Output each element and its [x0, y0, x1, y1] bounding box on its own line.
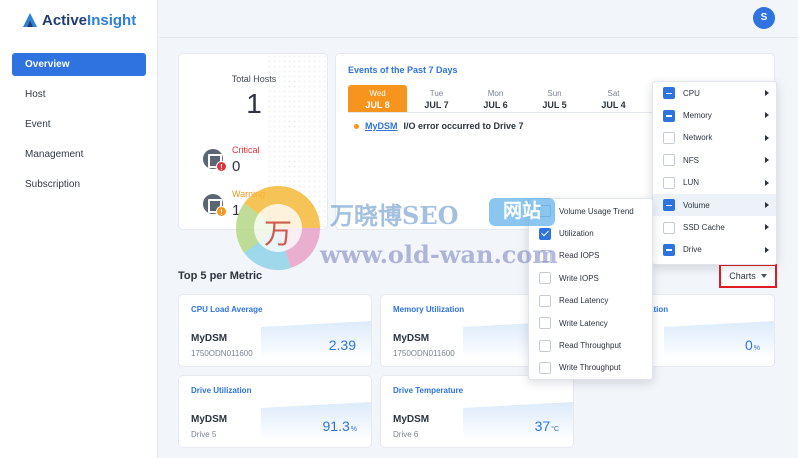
- metric-value: 37°C: [534, 418, 559, 434]
- metric-value: 0%: [744, 337, 760, 353]
- sidebar-item-event[interactable]: Event: [12, 113, 146, 136]
- checkbox-checked-icon[interactable]: [539, 227, 551, 240]
- logo-icon: [23, 13, 37, 27]
- checkbox-icon[interactable]: [539, 272, 551, 285]
- critical-count[interactable]: 0: [232, 158, 240, 175]
- day-tab[interactable]: Sat JUL 4: [584, 85, 643, 112]
- metric-title: Drive Temperature: [393, 386, 464, 395]
- checkbox-icon[interactable]: [663, 154, 675, 167]
- sidebar-item-host[interactable]: Host: [12, 83, 146, 106]
- checkbox-icon[interactable]: [539, 361, 551, 374]
- metric-title: Drive Utilization: [191, 386, 252, 395]
- app-name: ActiveInsight: [42, 11, 137, 29]
- menu-item-drive[interactable]: Drive: [653, 239, 776, 261]
- metric-value: 91.3%: [322, 418, 357, 434]
- metric-value: 2.39: [328, 337, 356, 353]
- metric-sub: Drive 6: [393, 430, 419, 439]
- day-tab[interactable]: Tue JUL 7: [407, 85, 466, 112]
- chevron-right-icon: [765, 246, 769, 253]
- warning-badge-icon: !: [216, 206, 227, 217]
- warning-dot-icon: [354, 123, 359, 129]
- charts-dropdown-button[interactable]: Charts: [719, 264, 777, 288]
- app-logo[interactable]: ActiveInsight: [22, 10, 136, 30]
- watermark-url: www.old-wan.com: [320, 240, 558, 269]
- day-tab[interactable]: Wed JUL 8: [348, 85, 407, 112]
- submenu-item-read-throughput[interactable]: Read Throughput: [529, 334, 652, 356]
- checkbox-icon[interactable]: [663, 131, 675, 144]
- menu-item-volume[interactable]: Volume: [653, 193, 776, 217]
- submenu-item-write-iops[interactable]: Write IOPS: [529, 267, 652, 289]
- chevron-right-icon: [765, 201, 769, 208]
- sidebar-item-subscription[interactable]: Subscription: [12, 173, 146, 196]
- server-critical-icon: !: [203, 149, 227, 172]
- watermark-logo: 万: [236, 186, 320, 270]
- chevron-right-icon: [765, 224, 769, 231]
- day-tab[interactable]: Sun JUL 5: [525, 85, 584, 112]
- submenu-item-read-latency[interactable]: Read Latency: [529, 290, 652, 312]
- event-item: MyDSM I/O error occurred to Drive 7: [354, 121, 524, 131]
- critical-badge-icon: !: [216, 161, 227, 172]
- sidebar: ActiveInsight Overview Host Event Manage…: [0, 0, 158, 458]
- metric-host: MyDSM: [393, 414, 430, 425]
- metric-host: MyDSM: [191, 333, 228, 344]
- metric-host: MyDSM: [191, 414, 228, 425]
- chevron-right-icon: [765, 134, 769, 141]
- checkbox-icon[interactable]: [663, 176, 675, 189]
- checkbox-icon[interactable]: [539, 294, 551, 307]
- metric-sub: 1750ODN011600: [393, 349, 455, 358]
- events-title: Events of the Past 7 Days: [348, 65, 458, 75]
- event-message: I/O error occurred to Drive 7: [403, 121, 524, 131]
- sidebar-nav: Overview Host Event Management Subscript…: [12, 53, 146, 203]
- charts-menu: CPU Memory Network NFS LUN Volume SSD Ca…: [652, 81, 777, 265]
- menu-item-network[interactable]: Network: [653, 127, 776, 149]
- metric-card-drive-temperature[interactable]: Drive Temperature MyDSM Drive 6 37°C: [380, 375, 574, 448]
- submenu-item-write-latency[interactable]: Write Latency: [529, 312, 652, 334]
- server-warning-icon: !: [203, 194, 227, 217]
- metric-card-drive-utilization[interactable]: Drive Utilization MyDSM Drive 5 91.3%: [178, 375, 372, 448]
- menu-item-ssd-cache[interactable]: SSD Cache: [653, 216, 776, 238]
- checkbox-partial-icon[interactable]: [663, 87, 675, 100]
- chevron-right-icon: [765, 179, 769, 186]
- checkbox-icon[interactable]: [663, 221, 675, 234]
- checkbox-partial-icon[interactable]: [663, 243, 675, 256]
- metric-title: Memory Utilization: [393, 305, 465, 314]
- critical-label: Critical: [232, 145, 260, 155]
- header-divider: [159, 37, 798, 38]
- metric-card-cpu[interactable]: CPU Load Average MyDSM 1750ODN011600 2.3…: [178, 294, 372, 367]
- total-hosts-value[interactable]: 1: [179, 88, 327, 120]
- chevron-right-icon: [765, 157, 769, 164]
- user-avatar[interactable]: S: [753, 7, 775, 29]
- total-hosts-label: Total Hosts: [231, 74, 277, 84]
- menu-item-nfs[interactable]: NFS: [653, 149, 776, 171]
- sidebar-item-overview[interactable]: Overview: [12, 53, 146, 76]
- top5-title: Top 5 per Metric: [178, 270, 263, 282]
- caret-down-icon: [760, 274, 767, 278]
- metric-sub: 1750ODN011600: [191, 349, 253, 358]
- watermark-badge: 网站: [489, 198, 555, 226]
- metric-sub: Drive 5: [191, 430, 217, 439]
- checkbox-partial-icon[interactable]: [663, 199, 675, 212]
- watermark-title: 万晓博SEO: [330, 201, 459, 230]
- checkbox-partial-icon[interactable]: [663, 109, 675, 122]
- checkbox-icon[interactable]: [539, 339, 551, 352]
- menu-item-memory[interactable]: Memory: [653, 104, 776, 126]
- charts-button-label: Charts: [729, 271, 756, 281]
- sidebar-item-management[interactable]: Management: [12, 143, 146, 166]
- chevron-right-icon: [765, 112, 769, 119]
- menu-item-lun[interactable]: LUN: [653, 172, 776, 194]
- metric-host: MyDSM: [393, 333, 430, 344]
- chevron-right-icon: [765, 90, 769, 96]
- event-host-link[interactable]: MyDSM: [365, 121, 398, 131]
- checkbox-icon[interactable]: [539, 317, 551, 330]
- day-tab[interactable]: Mon JUL 6: [466, 85, 525, 112]
- submenu-item-write-throughput[interactable]: Write Throughput: [529, 357, 652, 379]
- metric-title: CPU Load Average: [191, 305, 263, 314]
- menu-item-cpu[interactable]: CPU: [653, 82, 776, 104]
